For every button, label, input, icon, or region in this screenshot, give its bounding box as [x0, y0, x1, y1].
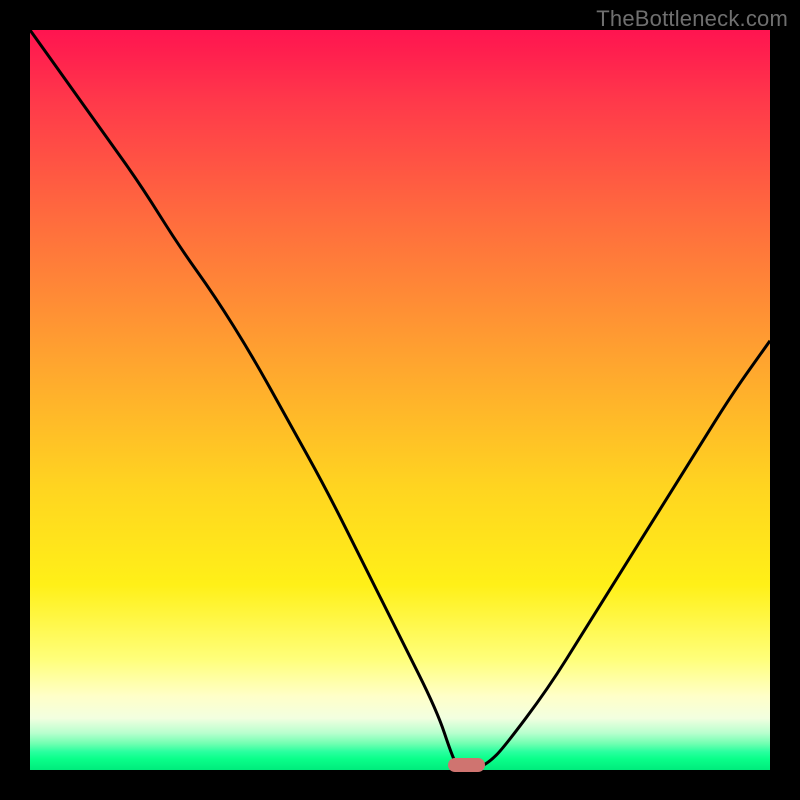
- chart-frame: TheBottleneck.com: [0, 0, 800, 800]
- optimum-marker: [448, 758, 485, 772]
- plot-area: [30, 30, 770, 770]
- bottleneck-curve: [30, 30, 770, 770]
- watermark-text: TheBottleneck.com: [596, 6, 788, 32]
